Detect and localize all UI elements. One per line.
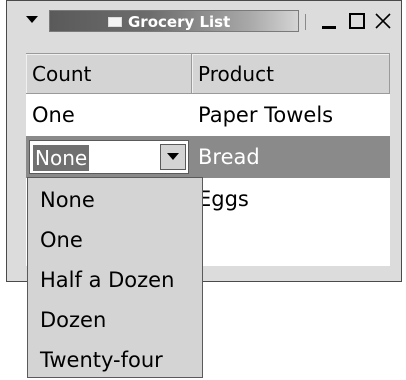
dropdown-option[interactable]: Twenty-four bbox=[28, 340, 202, 380]
title-bar[interactable]: Grocery List bbox=[7, 1, 401, 39]
dropdown-option[interactable]: None bbox=[28, 180, 202, 220]
product-cell[interactable]: Bread bbox=[192, 136, 390, 178]
title-grip bbox=[305, 14, 310, 30]
table-row-selected[interactable]: None Bread bbox=[26, 136, 390, 178]
title-area[interactable]: Grocery List bbox=[49, 10, 299, 32]
close-button[interactable] bbox=[373, 11, 393, 31]
combobox-dropdown-button[interactable] bbox=[160, 144, 186, 170]
window-icon bbox=[108, 17, 122, 27]
window-menu-button[interactable] bbox=[21, 11, 43, 29]
product-cell[interactable]: Paper Towels bbox=[192, 94, 390, 136]
dropdown-option[interactable]: Half a Dozen bbox=[28, 260, 202, 300]
table-row[interactable]: One Paper Towels bbox=[26, 94, 390, 136]
close-icon bbox=[375, 13, 391, 29]
product-cell[interactable]: Eggs bbox=[192, 178, 390, 220]
triangle-down-icon bbox=[26, 16, 38, 23]
column-header-count[interactable]: Count bbox=[26, 54, 192, 94]
combobox-value[interactable]: None bbox=[33, 145, 90, 171]
count-dropdown-list: None One Half a Dozen Dozen Twenty-four bbox=[27, 177, 203, 378]
dropdown-option[interactable]: Dozen bbox=[28, 300, 202, 340]
minimize-button[interactable] bbox=[320, 11, 340, 31]
title-text-group: Grocery List bbox=[108, 12, 230, 32]
count-cell-editing[interactable]: None bbox=[26, 136, 192, 178]
dropdown-option[interactable]: One bbox=[28, 220, 202, 260]
chevron-down-icon bbox=[167, 153, 179, 160]
count-combobox[interactable]: None bbox=[29, 140, 189, 174]
window-title: Grocery List bbox=[128, 13, 231, 31]
count-cell[interactable]: One bbox=[26, 94, 192, 136]
column-header-product[interactable]: Product bbox=[192, 54, 390, 94]
maximize-button[interactable] bbox=[347, 11, 367, 31]
